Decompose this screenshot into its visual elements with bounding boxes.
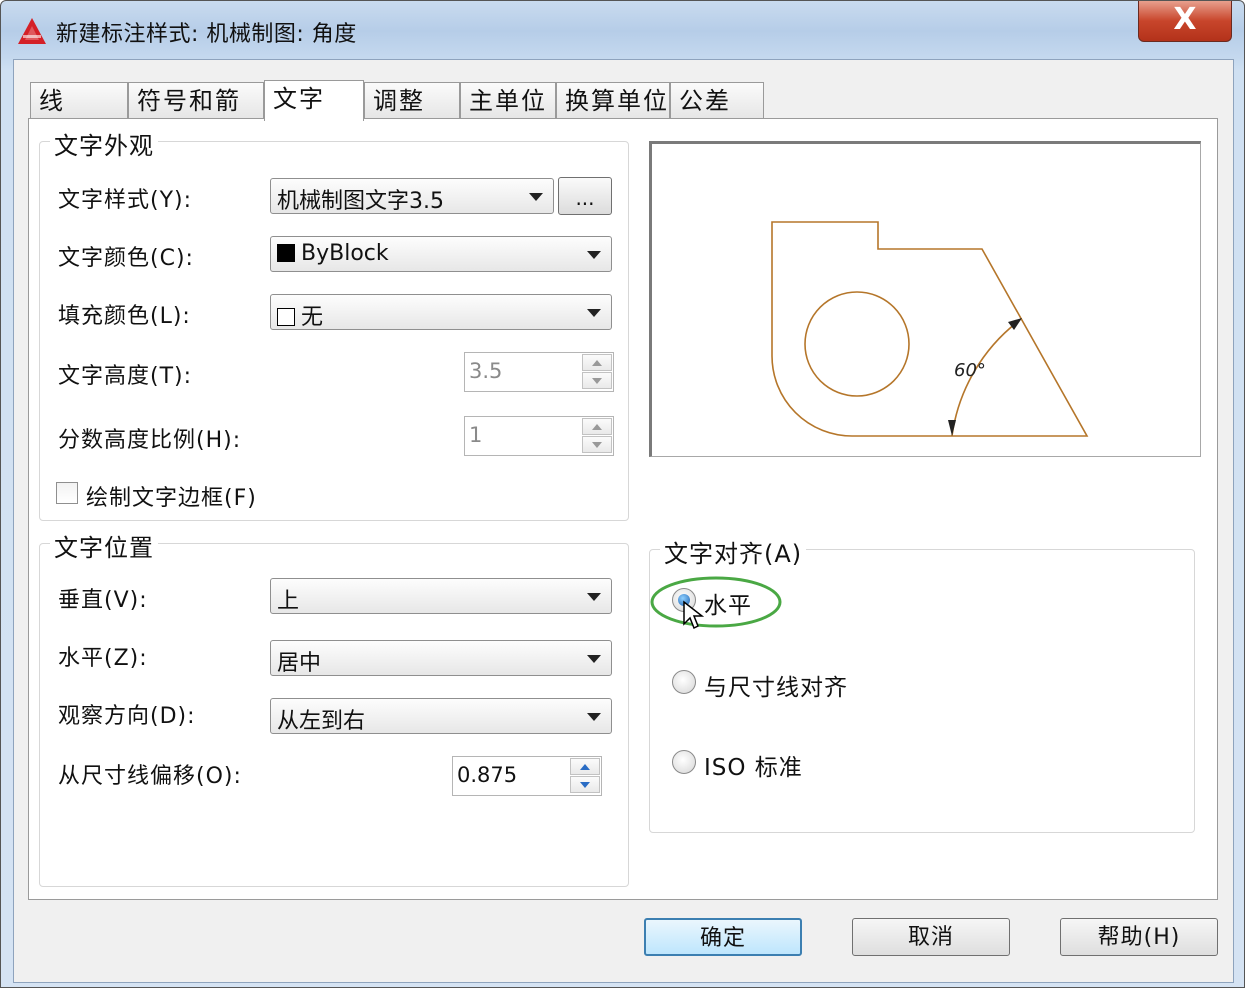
spinner-buttons bbox=[570, 758, 600, 794]
align-dimension-line-radio[interactable] bbox=[672, 670, 696, 694]
fill-color-display: 无 bbox=[277, 299, 323, 331]
text-style-combo[interactable]: 机械制图文字3.5 bbox=[270, 178, 554, 214]
title-bar: 新建标注样式: 机械制图: 角度 X bbox=[1, 1, 1244, 59]
tab-tolerances[interactable]: 公差 bbox=[670, 82, 764, 118]
align-iso-label: ISO 标准 bbox=[704, 755, 803, 781]
dialog-client-area: 线 符号和箭头 文字 调整 主单位 换算单位 公差 文字外观 文字样式(Y): … bbox=[13, 59, 1234, 983]
spin-up-button[interactable] bbox=[582, 418, 612, 435]
horizontal-combo[interactable]: 居中 bbox=[270, 640, 612, 676]
spin-down-button[interactable] bbox=[570, 776, 600, 793]
arrow-up-icon bbox=[592, 360, 602, 366]
fill-color-combo[interactable]: 无 bbox=[270, 294, 612, 330]
spin-up-button[interactable] bbox=[582, 354, 612, 371]
text-color-label: 文字颜色(C): bbox=[58, 246, 194, 271]
text-color-combo[interactable]: ByBlock bbox=[270, 236, 612, 272]
tab-alternate-units[interactable]: 换算单位 bbox=[556, 82, 670, 118]
fraction-scale-label: 分数高度比例(H): bbox=[58, 428, 242, 453]
spinner-buttons bbox=[582, 418, 612, 454]
tab-fit[interactable]: 调整 bbox=[364, 82, 460, 118]
group-title: 文字对齐(A) bbox=[660, 534, 807, 569]
mouse-cursor-icon bbox=[683, 600, 704, 630]
tab-symbols-arrows[interactable]: 符号和箭头 bbox=[128, 82, 264, 151]
color-swatch-icon bbox=[277, 308, 295, 326]
draw-frame-checkbox[interactable] bbox=[56, 482, 78, 504]
vertical-label: 垂直(V): bbox=[58, 588, 148, 613]
text-style-label: 文字样式(Y): bbox=[58, 188, 193, 213]
close-button[interactable]: X bbox=[1138, 1, 1232, 42]
offset-label: 从尺寸线偏移(O): bbox=[58, 764, 242, 789]
arrowhead-icon bbox=[948, 420, 956, 436]
text-color-display: ByBlock bbox=[277, 241, 389, 266]
chevron-down-icon bbox=[587, 655, 601, 663]
view-direction-combo[interactable]: 从左到右 bbox=[270, 698, 612, 734]
text-height-label: 文字高度(T): bbox=[58, 364, 193, 389]
color-swatch-icon bbox=[277, 244, 295, 262]
spin-down-button[interactable] bbox=[582, 436, 612, 453]
chevron-down-icon bbox=[587, 593, 601, 601]
dialog-window: 新建标注样式: 机械制图: 角度 X 线 符号和箭头 文字 调整 主单位 换算单… bbox=[0, 0, 1245, 988]
spinner-buttons bbox=[582, 354, 612, 390]
cancel-button[interactable]: 取消 bbox=[852, 918, 1010, 956]
spin-down-button[interactable] bbox=[582, 372, 612, 389]
fraction-scale-spinner[interactable]: 1 bbox=[464, 416, 614, 456]
tab-lines[interactable]: 线 bbox=[30, 82, 128, 118]
text-style-value: 机械制图文字3.5 bbox=[277, 189, 444, 214]
text-placement-group: 文字位置 垂直(V): 上 水平(Z): 居中 观察方向(D): 从左到右 从尺… bbox=[39, 528, 629, 887]
draw-frame-label: 绘制文字边框(F) bbox=[86, 486, 257, 511]
arrow-down-icon bbox=[580, 782, 590, 788]
arrow-up-icon bbox=[580, 764, 590, 770]
align-horizontal-label: 水平 bbox=[704, 593, 752, 619]
tab-primary-units[interactable]: 主单位 bbox=[460, 82, 556, 118]
chevron-down-icon bbox=[587, 309, 601, 317]
spin-up-button[interactable] bbox=[570, 758, 600, 775]
fraction-scale-value: 1 bbox=[469, 423, 483, 447]
group-title: 文字位置 bbox=[50, 528, 158, 563]
horizontal-value: 居中 bbox=[277, 651, 322, 676]
autocad-logo-icon bbox=[18, 18, 46, 44]
preview-geometry bbox=[771, 221, 1089, 437]
text-appearance-group: 文字外观 文字样式(Y): 机械制图文字3.5 ... 文字颜色(C): ByB… bbox=[39, 126, 629, 521]
chevron-down-icon bbox=[529, 193, 543, 201]
angle-dimension-text: 60° bbox=[954, 360, 986, 381]
view-direction-value: 从左到右 bbox=[277, 709, 366, 734]
arrow-down-icon bbox=[592, 378, 602, 384]
text-tab-page: 文字外观 文字样式(Y): 机械制图文字3.5 ... 文字颜色(C): ByB… bbox=[28, 118, 1218, 900]
vertical-combo[interactable]: 上 bbox=[270, 578, 612, 614]
offset-value: 0.875 bbox=[457, 763, 518, 787]
vertical-value: 上 bbox=[277, 589, 300, 614]
text-color-value: ByBlock bbox=[301, 241, 389, 266]
ok-button[interactable]: 确定 bbox=[644, 918, 802, 956]
text-height-value: 3.5 bbox=[469, 359, 503, 383]
tab-text[interactable]: 文字 bbox=[264, 80, 364, 121]
horizontal-label: 水平(Z): bbox=[58, 646, 148, 671]
help-button[interactable]: 帮助(H) bbox=[1060, 918, 1218, 956]
align-iso-radio[interactable] bbox=[672, 750, 696, 774]
chevron-down-icon bbox=[587, 251, 601, 259]
preview-drawing: 60° bbox=[771, 221, 1089, 437]
arrow-up-icon bbox=[592, 424, 602, 430]
view-direction-label: 观察方向(D): bbox=[58, 704, 196, 729]
text-height-spinner[interactable]: 3.5 bbox=[464, 352, 614, 392]
chevron-down-icon bbox=[587, 713, 601, 721]
text-alignment-group: 文字对齐(A) 水平 与尺寸线对齐 ISO 标准 bbox=[649, 534, 1195, 833]
arrow-down-icon bbox=[592, 442, 602, 448]
browse-text-style-button[interactable]: ... bbox=[558, 177, 612, 215]
fill-color-label: 填充颜色(L): bbox=[58, 304, 191, 329]
preview-pane: 60° bbox=[649, 141, 1201, 457]
window-title: 新建标注样式: 机械制图: 角度 bbox=[56, 22, 357, 47]
fill-color-value: 无 bbox=[301, 305, 324, 330]
group-title: 文字外观 bbox=[50, 126, 158, 161]
offset-spinner[interactable]: 0.875 bbox=[452, 756, 602, 796]
align-dimension-line-label: 与尺寸线对齐 bbox=[704, 675, 848, 701]
